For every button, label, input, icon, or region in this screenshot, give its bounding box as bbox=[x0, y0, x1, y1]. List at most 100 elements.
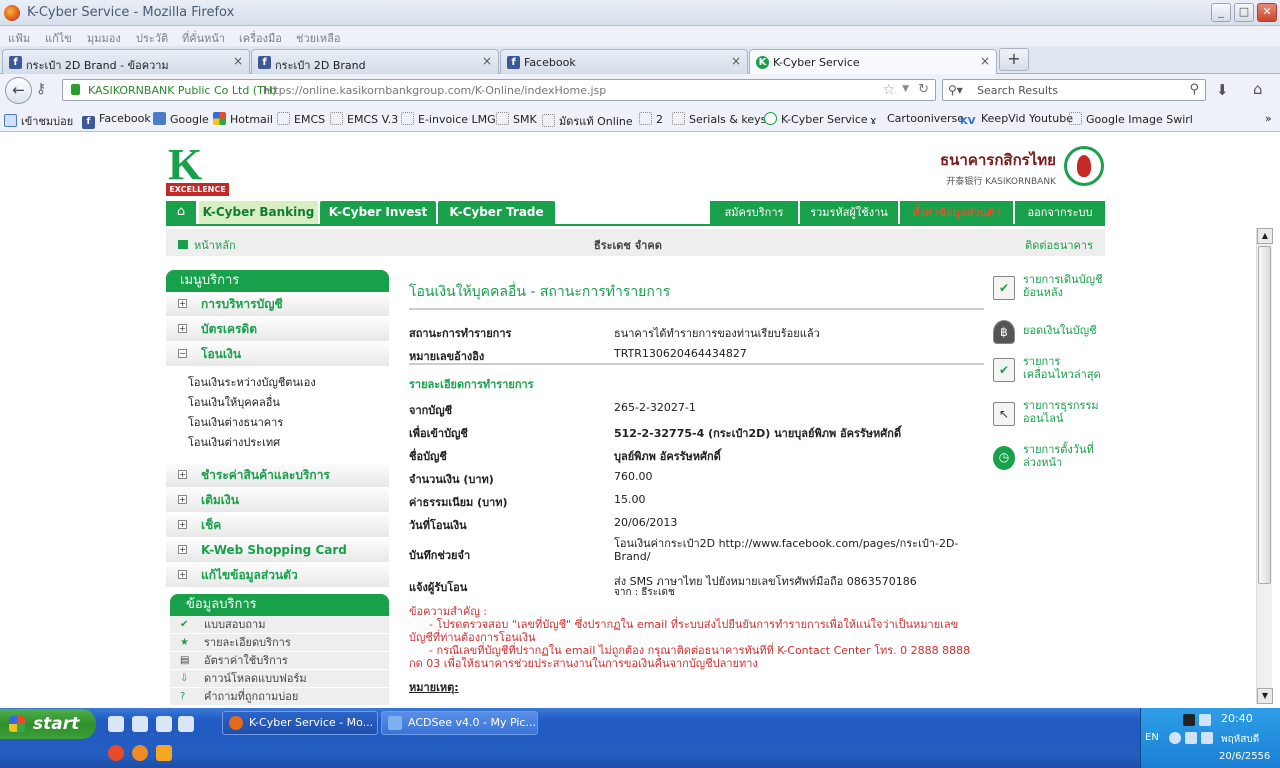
menu-edit[interactable]: แก้ไข bbox=[45, 29, 72, 47]
bookmarks-overflow-button[interactable]: » bbox=[1265, 112, 1272, 125]
submenu-own-account-transfer[interactable]: โอนเงินระหว่างบัญชีตนเอง bbox=[166, 373, 389, 393]
menu-edit-profile[interactable]: + แก้ไขข้อมูลส่วนตัว bbox=[166, 563, 389, 588]
quicklaunch-kt-icon[interactable] bbox=[156, 745, 172, 761]
reload-icon[interactable]: ↻ bbox=[918, 82, 929, 97]
collapse-icon[interactable]: − bbox=[178, 349, 187, 358]
combine-user-id-link[interactable]: รวมรหัสผู้ใช้งาน bbox=[800, 201, 898, 224]
info-questionnaire-link[interactable]: ✔ แบบสอบถาม bbox=[170, 616, 389, 634]
bookmark-hotmail[interactable]: Hotmail bbox=[213, 112, 273, 126]
bookmark-facebook[interactable]: f Facebook bbox=[82, 112, 151, 129]
submenu-international-transfer[interactable]: โอนเงินต่างประเทศ bbox=[166, 433, 389, 453]
tab-k-cyber-invest[interactable]: K-Cyber Invest bbox=[320, 201, 436, 224]
site-identity[interactable]: KASIKORNBANK Public Co Ltd (TH) bbox=[88, 84, 276, 97]
quicklaunch-firefox-icon[interactable] bbox=[132, 745, 148, 761]
taskbar-firefox-window[interactable]: K-Cyber Service - Mo... bbox=[222, 711, 378, 735]
url-dropdown-icon[interactable]: ▼ bbox=[902, 84, 909, 94]
info-fees-link[interactable]: ▤ อัตราค่าใช้บริการ bbox=[170, 652, 389, 670]
home-tab-icon[interactable]: ⌂ bbox=[166, 201, 196, 224]
quicklaunch-chrome-icon[interactable] bbox=[108, 745, 124, 761]
scroll-down-icon[interactable]: ▼ bbox=[1257, 688, 1273, 704]
bookmark-emcs[interactable]: EMCS bbox=[277, 112, 325, 126]
tab-2d-brand-messages[interactable]: f กระเป๋า 2D Brand - ข้อความ × bbox=[2, 49, 250, 74]
page-scrollbar[interactable]: ▲ ▼ bbox=[1256, 228, 1273, 704]
tray-network-icon[interactable] bbox=[1199, 714, 1211, 726]
tray-app-icon[interactable] bbox=[1183, 714, 1195, 726]
search-box[interactable]: ⚲▾ Search Results ⚲ bbox=[942, 79, 1206, 101]
home-icon[interactable]: ⌂ bbox=[1253, 80, 1263, 98]
submenu-other-person-transfer[interactable]: โอนเงินให้บุคคลอื่น bbox=[166, 393, 389, 413]
back-button[interactable]: ← bbox=[5, 77, 32, 104]
contact-bank-link[interactable]: ติดต่อธนาคาร bbox=[1025, 236, 1093, 254]
personal-settings-link[interactable]: ตั้งค่าข้อมูลส่วนตัว bbox=[900, 201, 1013, 224]
expand-icon[interactable]: + bbox=[178, 520, 187, 529]
quicklaunch-ie-icon[interactable] bbox=[108, 716, 124, 732]
key-icon[interactable]: ⚷ bbox=[36, 81, 46, 97]
info-faq-link[interactable]: ? คำถามที่ถูกถามบ่อย bbox=[170, 688, 389, 706]
expand-icon[interactable]: + bbox=[178, 495, 187, 504]
bookmark-cartooniverse[interactable]: ɤ Cartooniverse bbox=[870, 112, 964, 127]
maximize-button[interactable]: □ bbox=[1234, 3, 1254, 22]
menu-k-web-shopping-card[interactable]: + K-Web Shopping Card bbox=[166, 538, 389, 563]
menu-view[interactable]: มุมมอง bbox=[87, 29, 121, 47]
submenu-other-bank-transfer[interactable]: โอนเงินต่างธนาคาร bbox=[166, 413, 389, 433]
bookmark-online[interactable]: มัดรแท้ Online bbox=[542, 112, 633, 130]
expand-icon[interactable]: + bbox=[178, 324, 187, 333]
scroll-thumb[interactable] bbox=[1258, 246, 1271, 584]
search-engine-icon[interactable]: ⚲▾ bbox=[948, 83, 963, 97]
bookmark-star-icon[interactable]: ☆ bbox=[882, 82, 895, 98]
quicklaunch-computer-icon[interactable] bbox=[132, 716, 148, 732]
tab-k-cyber-service[interactable]: K K-Cyber Service × bbox=[749, 49, 997, 75]
bookmark-2[interactable]: 2 bbox=[639, 112, 663, 126]
bookmark-most-visited[interactable]: เข้าชมบ่อย bbox=[4, 112, 73, 130]
tab-close-icon[interactable]: × bbox=[482, 54, 492, 68]
download-icon[interactable]: ⬇ bbox=[1216, 81, 1229, 99]
search-input[interactable]: Search Results bbox=[977, 84, 1058, 97]
menu-history[interactable]: ประวัติ bbox=[136, 29, 168, 47]
menu-account-management[interactable]: + การบริหารบัญชี bbox=[166, 292, 389, 317]
home-link[interactable]: หน้าหลัก bbox=[178, 236, 236, 254]
bookmark-k-cyber[interactable]: K-Cyber Service bbox=[764, 112, 868, 126]
expand-icon[interactable]: + bbox=[178, 545, 187, 554]
k-excellence-logo[interactable]: K EXCELLENCE bbox=[166, 143, 229, 196]
logout-link[interactable]: ออกจากระบบ bbox=[1015, 201, 1105, 224]
clock-time[interactable]: 20:40 bbox=[1221, 712, 1253, 725]
quick-link-online-transactions[interactable]: ↖ รายการธุรกรรมออนไลน์ bbox=[993, 398, 1103, 438]
tab-close-icon[interactable]: × bbox=[731, 54, 741, 68]
expand-icon[interactable]: + bbox=[178, 570, 187, 579]
quick-link-statement-history[interactable]: ✔ รายการเดินบัญชีย้อนหลัง bbox=[993, 272, 1103, 312]
tab-k-cyber-trade[interactable]: K-Cyber Trade bbox=[438, 201, 555, 224]
minimize-button[interactable]: _ bbox=[1211, 3, 1231, 22]
register-service-link[interactable]: สมัครบริการ bbox=[710, 201, 798, 224]
info-service-details-link[interactable]: ★ รายละเอียดบริการ bbox=[170, 634, 389, 652]
menu-cheque[interactable]: + เช็ค bbox=[166, 513, 389, 538]
menu-bookmarks[interactable]: ที่คั่นหน้า bbox=[182, 29, 225, 47]
language-indicator[interactable]: EN bbox=[1145, 732, 1159, 743]
menu-tools[interactable]: เครื่องมือ bbox=[239, 29, 282, 47]
tab-facebook[interactable]: f Facebook × bbox=[500, 49, 748, 74]
scroll-up-icon[interactable]: ▲ bbox=[1257, 228, 1273, 244]
tab-k-cyber-banking[interactable]: K-Cyber Banking bbox=[199, 201, 318, 224]
menu-top-up[interactable]: + เติมเงิน bbox=[166, 488, 389, 513]
start-button[interactable]: start bbox=[0, 709, 96, 739]
bookmark-serials[interactable]: Serials & keys bbox=[672, 112, 766, 126]
quick-link-recent-transactions[interactable]: ✔ รายการเคลื่อนไหวล่าสุด bbox=[993, 354, 1103, 394]
quick-link-scheduled[interactable]: ◷ รายการตั้งวันที่ล่วงหน้า bbox=[993, 442, 1103, 482]
menu-transfer[interactable]: − โอนเงิน bbox=[166, 342, 389, 367]
bookmark-smk[interactable]: SMK bbox=[496, 112, 537, 126]
quicklaunch-internet-icon[interactable] bbox=[156, 716, 172, 732]
bookmark-e-invoice[interactable]: E-invoice LMG bbox=[401, 112, 496, 126]
bookmark-emcs-v3[interactable]: EMCS V.3 bbox=[330, 112, 398, 126]
quicklaunch-app-icon[interactable] bbox=[178, 716, 194, 732]
bookmark-google[interactable]: Google bbox=[153, 112, 209, 126]
expand-icon[interactable]: + bbox=[178, 299, 187, 308]
new-tab-button[interactable]: + bbox=[999, 48, 1029, 71]
menu-help[interactable]: ช่วยเหลือ bbox=[296, 29, 340, 47]
taskbar-acdsee-window[interactable]: ACDSee v4.0 - My Pic... bbox=[381, 711, 538, 735]
tray-security-icon[interactable] bbox=[1185, 732, 1197, 744]
expand-icon[interactable]: + bbox=[178, 470, 187, 479]
url-text[interactable]: https://online.kasikornbankgroup.com/K-O… bbox=[263, 84, 606, 97]
menu-bill-payment[interactable]: + ชำระค่าสินค้าและบริการ bbox=[166, 463, 389, 488]
quick-link-balance[interactable]: ฿ ยอดเงินในบัญชี bbox=[993, 316, 1103, 350]
close-window-button[interactable]: ✕ bbox=[1257, 3, 1277, 22]
bookmark-google-image-swirl[interactable]: Google Image Swirl bbox=[1069, 112, 1193, 126]
